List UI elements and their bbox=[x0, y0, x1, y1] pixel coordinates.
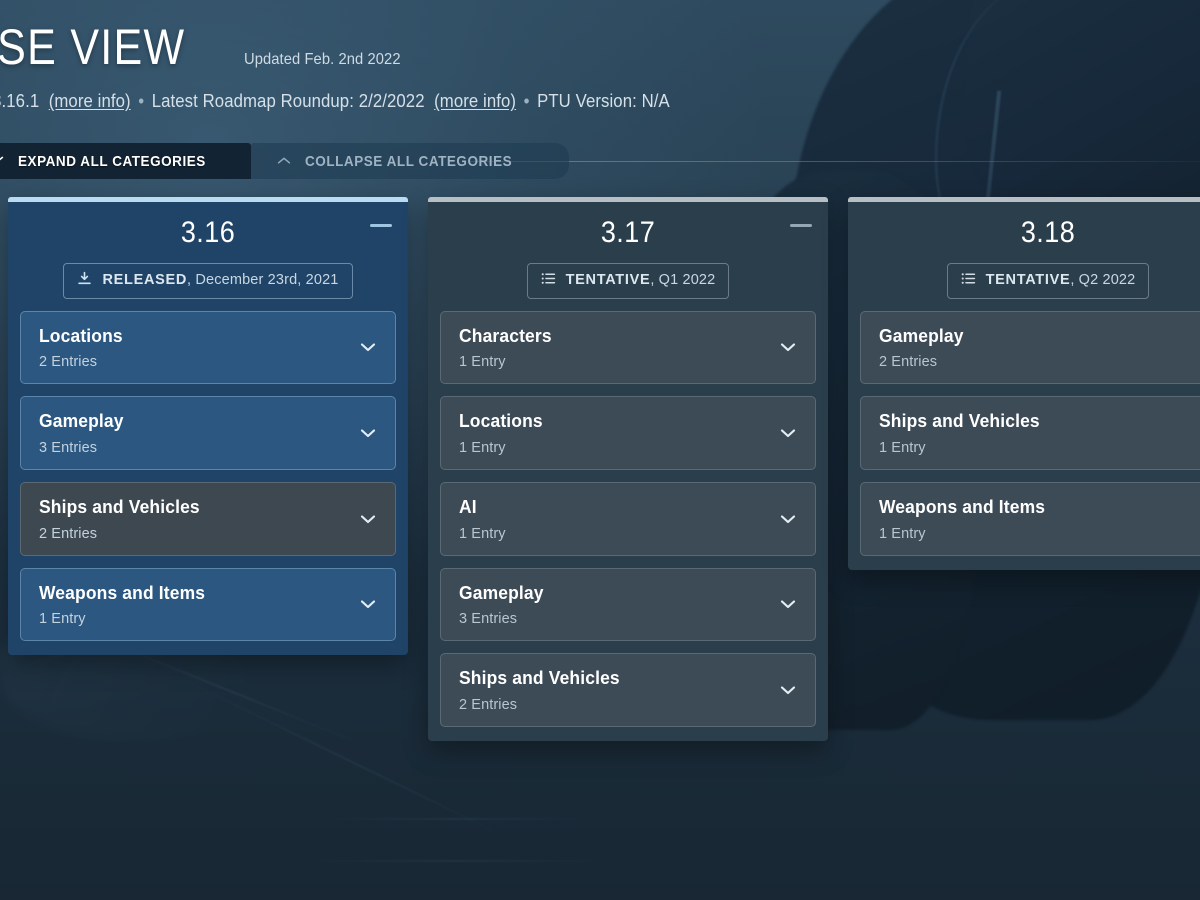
chevron-down-icon bbox=[777, 336, 799, 358]
category-row[interactable]: Weapons and Items 1 Entry bbox=[20, 567, 396, 642]
release-card-3.16: 3.16 RELEASED, December 23rd, 2021 Locat… bbox=[8, 197, 408, 656]
art-line bbox=[310, 818, 600, 820]
card-version-number: 3.16 bbox=[180, 216, 236, 249]
status-badge-date: , Q2 2022 bbox=[1070, 272, 1136, 288]
category-title: Ships and Vehicles bbox=[39, 496, 200, 517]
status-badge-state: TENTATIVE bbox=[565, 272, 651, 288]
card-version-number: 3.18 bbox=[1020, 216, 1076, 249]
updated-timestamp: Updated Feb. 2nd 2022 bbox=[243, 51, 401, 68]
category-row[interactable]: Ships and Vehicles 1 Entry bbox=[860, 396, 1200, 470]
category-row[interactable]: Ships and Vehicles 2 Entries bbox=[20, 481, 396, 556]
list-icon bbox=[960, 270, 977, 291]
category-row[interactable]: Ships and Vehicles 2 Entries bbox=[440, 653, 816, 727]
category-list: Characters 1 Entry Locations 1 Entry AI … bbox=[428, 310, 828, 727]
game-version-label: e Version: 3.16.1 bbox=[0, 91, 40, 111]
status-badge[interactable]: RELEASED, December 23rd, 2021 bbox=[63, 262, 353, 299]
category-title: Characters bbox=[459, 325, 552, 346]
category-title: Weapons and Items bbox=[879, 496, 1046, 517]
category-list: Gameplay 2 Entries Ships and Vehicles 1 … bbox=[848, 310, 1200, 556]
category-title: AI bbox=[459, 496, 477, 517]
chevron-down-icon bbox=[357, 422, 379, 444]
category-entry-count: 1 Entry bbox=[879, 439, 926, 456]
category-list: Locations 2 Entries Gameplay 3 Entries S… bbox=[8, 310, 408, 642]
card-version-number: 3.17 bbox=[600, 216, 656, 249]
category-entry-count: 3 Entries bbox=[39, 439, 98, 456]
game-version-more-info-link[interactable]: (more info) bbox=[49, 91, 131, 111]
chevron-down-icon bbox=[357, 593, 379, 615]
release-cards-board: 3.16 RELEASED, December 23rd, 2021 Locat… bbox=[8, 197, 1200, 741]
page-title: LEASE VIEW bbox=[0, 19, 186, 75]
tab-expand-all-categories[interactable]: EXPAND ALL CATEGORIES bbox=[0, 143, 251, 179]
chevron-down-icon bbox=[357, 508, 379, 530]
category-entry-count: 1 Entry bbox=[459, 439, 506, 456]
roadmap-roundup-more-info-link[interactable]: (more info) bbox=[434, 91, 516, 111]
title-row: LEASE VIEW Updated Feb. 2nd 2022 bbox=[0, 22, 1200, 72]
category-entry-count: 1 Entry bbox=[879, 525, 926, 542]
release-card-3.17: 3.17 TENTATIVE, Q1 2022 Characters 1 Ent… bbox=[428, 197, 828, 741]
category-row[interactable]: Characters 1 Entry bbox=[440, 310, 816, 385]
minus-icon[interactable] bbox=[370, 224, 392, 227]
status-badge-date: , December 23rd, 2021 bbox=[187, 272, 339, 288]
meta-separator: • bbox=[523, 91, 530, 111]
status-badge[interactable]: TENTATIVE, Q1 2022 bbox=[526, 262, 730, 299]
download-icon bbox=[76, 270, 93, 291]
list-icon bbox=[540, 270, 557, 291]
category-row[interactable]: Gameplay 3 Entries bbox=[440, 567, 816, 642]
roadmap-roundup-label: Latest Roadmap Roundup: 2/2/2022 bbox=[151, 91, 425, 111]
status-badge-date: , Q1 2022 bbox=[650, 272, 716, 288]
status-badge-state: TENTATIVE bbox=[985, 272, 1071, 288]
card-header: 3.16 RELEASED, December 23rd, 2021 bbox=[8, 202, 408, 299]
chevron-down-icon bbox=[777, 508, 799, 530]
release-card-3.18: 3.18 TENTATIVE, Q2 2022 Gameplay 2 Entri… bbox=[848, 197, 1200, 570]
status-badge[interactable]: TENTATIVE, Q2 2022 bbox=[946, 262, 1150, 299]
category-title: Ships and Vehicles bbox=[879, 411, 1040, 432]
chevron-down-icon bbox=[777, 422, 799, 444]
category-row[interactable]: Gameplay 3 Entries bbox=[20, 396, 396, 470]
category-entry-count: 2 Entries bbox=[879, 354, 938, 371]
card-header: 3.17 TENTATIVE, Q1 2022 bbox=[428, 202, 828, 299]
page-header: LEASE VIEW Updated Feb. 2nd 2022 e Versi… bbox=[0, 0, 1200, 112]
category-entry-count: 2 Entries bbox=[459, 696, 518, 713]
minus-icon[interactable] bbox=[790, 224, 812, 227]
category-entry-count: 1 Entry bbox=[39, 611, 86, 628]
category-entry-count: 2 Entries bbox=[39, 354, 98, 371]
ptu-version-label: PTU Version: N/A bbox=[537, 91, 670, 111]
tab-expand-all-label: EXPAND ALL CATEGORIES bbox=[18, 152, 206, 170]
category-row[interactable]: Weapons and Items 1 Entry bbox=[860, 481, 1200, 556]
chevron-double-down-icon bbox=[0, 152, 6, 170]
category-title: Locations bbox=[39, 325, 123, 346]
chevron-down-icon bbox=[357, 336, 379, 358]
category-entry-count: 3 Entries bbox=[459, 611, 518, 628]
category-row[interactable]: Gameplay 2 Entries bbox=[860, 310, 1200, 385]
meta-separator: • bbox=[138, 91, 145, 111]
art-line bbox=[290, 860, 620, 862]
category-row[interactable]: Locations 2 Entries bbox=[20, 310, 396, 385]
category-row[interactable]: AI 1 Entry bbox=[440, 481, 816, 556]
category-entry-count: 1 Entry bbox=[459, 525, 506, 542]
status-badge-state: RELEASED bbox=[102, 272, 188, 288]
category-title: Gameplay bbox=[459, 582, 544, 603]
card-header: 3.18 TENTATIVE, Q2 2022 bbox=[848, 202, 1200, 299]
category-entry-count: 1 Entry bbox=[459, 354, 506, 371]
category-title: Weapons and Items bbox=[39, 582, 206, 603]
roadmap-page: LEASE VIEW Updated Feb. 2nd 2022 e Versi… bbox=[0, 0, 1200, 900]
tab-collapse-all-label: COLLAPSE ALL CATEGORIES bbox=[304, 152, 512, 170]
chevron-down-icon bbox=[777, 593, 799, 615]
category-entry-count: 2 Entries bbox=[39, 525, 98, 542]
chevron-down-icon bbox=[777, 679, 799, 701]
category-toggle-tabbar: EXPAND ALL CATEGORIES COLLAPSE ALL CATEG… bbox=[0, 143, 569, 179]
category-title: Gameplay bbox=[39, 411, 124, 432]
chevron-double-up-icon bbox=[275, 152, 293, 170]
header-divider bbox=[470, 161, 1200, 162]
meta-info-row: e Version: 3.16.1 (more info) • Latest R… bbox=[0, 91, 1110, 112]
category-title: Ships and Vehicles bbox=[459, 668, 620, 689]
category-title: Gameplay bbox=[879, 325, 964, 346]
tab-collapse-all-categories[interactable]: COLLAPSE ALL CATEGORIES bbox=[250, 143, 569, 179]
category-title: Locations bbox=[459, 411, 543, 432]
category-row[interactable]: Locations 1 Entry bbox=[440, 396, 816, 470]
